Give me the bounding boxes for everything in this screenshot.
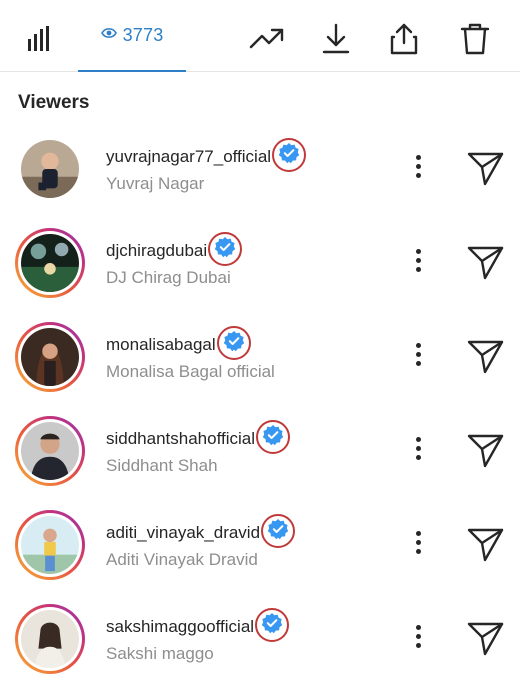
send-message-icon[interactable] xyxy=(466,430,506,470)
share-icon[interactable] xyxy=(387,22,421,56)
viewer-full-name: Yuvraj Nagar xyxy=(106,174,205,193)
viewer-count: 3773 xyxy=(122,24,164,45)
verified-badge-highlight xyxy=(216,326,251,360)
send-message-icon[interactable] xyxy=(466,148,506,188)
verified-badge-icon xyxy=(214,236,236,263)
viewer-names: monalisabagal Monalisa Bagal official xyxy=(106,326,275,382)
avatar xyxy=(21,328,79,386)
more-options-icon[interactable] xyxy=(404,616,432,656)
verified-badge-highlight xyxy=(261,514,296,548)
story-ring[interactable] xyxy=(15,510,85,580)
avatar xyxy=(21,610,79,668)
more-options-icon[interactable] xyxy=(404,428,432,468)
verified-badge-highlight xyxy=(255,608,290,642)
send-message-icon[interactable] xyxy=(466,524,506,564)
more-options-icon[interactable] xyxy=(404,522,432,562)
viewer-row[interactable]: siddhantshahofficial Siddhant Shah xyxy=(0,406,520,500)
viewer-row[interactable]: sakshimaggoofficial Sakshi maggo xyxy=(0,594,520,688)
viewer-username[interactable]: siddhantshahofficial xyxy=(106,429,255,449)
verified-badge-highlight xyxy=(272,138,307,172)
eye-icon xyxy=(100,26,117,44)
viewer-full-name: Aditi Vinayak Dravid xyxy=(106,550,258,569)
viewer-names: djchiragdubai DJ Chirag Dubai xyxy=(106,232,243,288)
viewer-username[interactable]: sakshimaggoofficial xyxy=(106,617,254,637)
download-icon[interactable] xyxy=(319,22,353,56)
viewer-names: yuvrajnagar77_official Yuvraj Nagar xyxy=(106,138,307,194)
viewer-full-name: Siddhant Shah xyxy=(106,456,218,475)
verified-badge-highlight xyxy=(208,232,243,266)
viewers-tab[interactable]: 3773 xyxy=(78,0,186,72)
verified-badge-icon xyxy=(278,142,300,169)
story-ring[interactable] xyxy=(15,134,85,204)
viewer-names: sakshimaggoofficial Sakshi maggo xyxy=(106,608,290,664)
story-ring[interactable] xyxy=(15,228,85,298)
viewer-full-name: Sakshi maggo xyxy=(106,644,214,663)
story-ring[interactable] xyxy=(15,416,85,486)
more-options-icon[interactable] xyxy=(404,334,432,374)
viewer-full-name: DJ Chirag Dubai xyxy=(106,268,231,287)
more-options-icon[interactable] xyxy=(404,146,432,186)
send-message-icon[interactable] xyxy=(466,242,506,282)
send-message-icon[interactable] xyxy=(466,618,506,658)
viewer-full-name: Monalisa Bagal official xyxy=(106,362,275,381)
viewer-row[interactable]: yuvrajnagar77_official Yuvraj Nagar xyxy=(0,124,520,218)
viewer-username[interactable]: aditi_vinayak_dravid xyxy=(106,523,260,543)
story-ring[interactable] xyxy=(15,322,85,392)
viewer-names: aditi_vinayak_dravid Aditi Vinayak Dravi… xyxy=(106,514,296,570)
bar-chart-icon[interactable] xyxy=(22,22,56,56)
story-insights-toolbar: 3773 xyxy=(0,0,520,72)
trending-icon[interactable] xyxy=(247,22,287,56)
more-options-icon[interactable] xyxy=(404,240,432,280)
avatar xyxy=(21,140,79,198)
avatar xyxy=(21,422,79,480)
verified-badge-highlight xyxy=(256,420,291,454)
viewer-row[interactable]: monalisabagal Monalisa Bagal official xyxy=(0,312,520,406)
section-title: Viewers xyxy=(18,92,90,113)
verified-badge-icon xyxy=(262,424,284,451)
viewer-row[interactable]: djchiragdubai DJ Chirag Dubai xyxy=(0,218,520,312)
avatar xyxy=(21,234,79,292)
verified-badge-icon xyxy=(267,518,289,545)
viewer-username[interactable]: djchiragdubai xyxy=(106,241,207,261)
viewer-username[interactable]: monalisabagal xyxy=(106,335,216,355)
verified-badge-icon xyxy=(261,612,283,639)
viewer-names: siddhantshahofficial Siddhant Shah xyxy=(106,420,291,476)
avatar xyxy=(21,516,79,574)
story-ring[interactable] xyxy=(15,604,85,674)
viewer-username[interactable]: yuvrajnagar77_official xyxy=(106,147,271,167)
viewer-row[interactable]: aditi_vinayak_dravid Aditi Vinayak Dravi… xyxy=(0,500,520,594)
trash-icon[interactable] xyxy=(458,22,492,56)
send-message-icon[interactable] xyxy=(466,336,506,376)
verified-badge-icon xyxy=(223,330,245,357)
